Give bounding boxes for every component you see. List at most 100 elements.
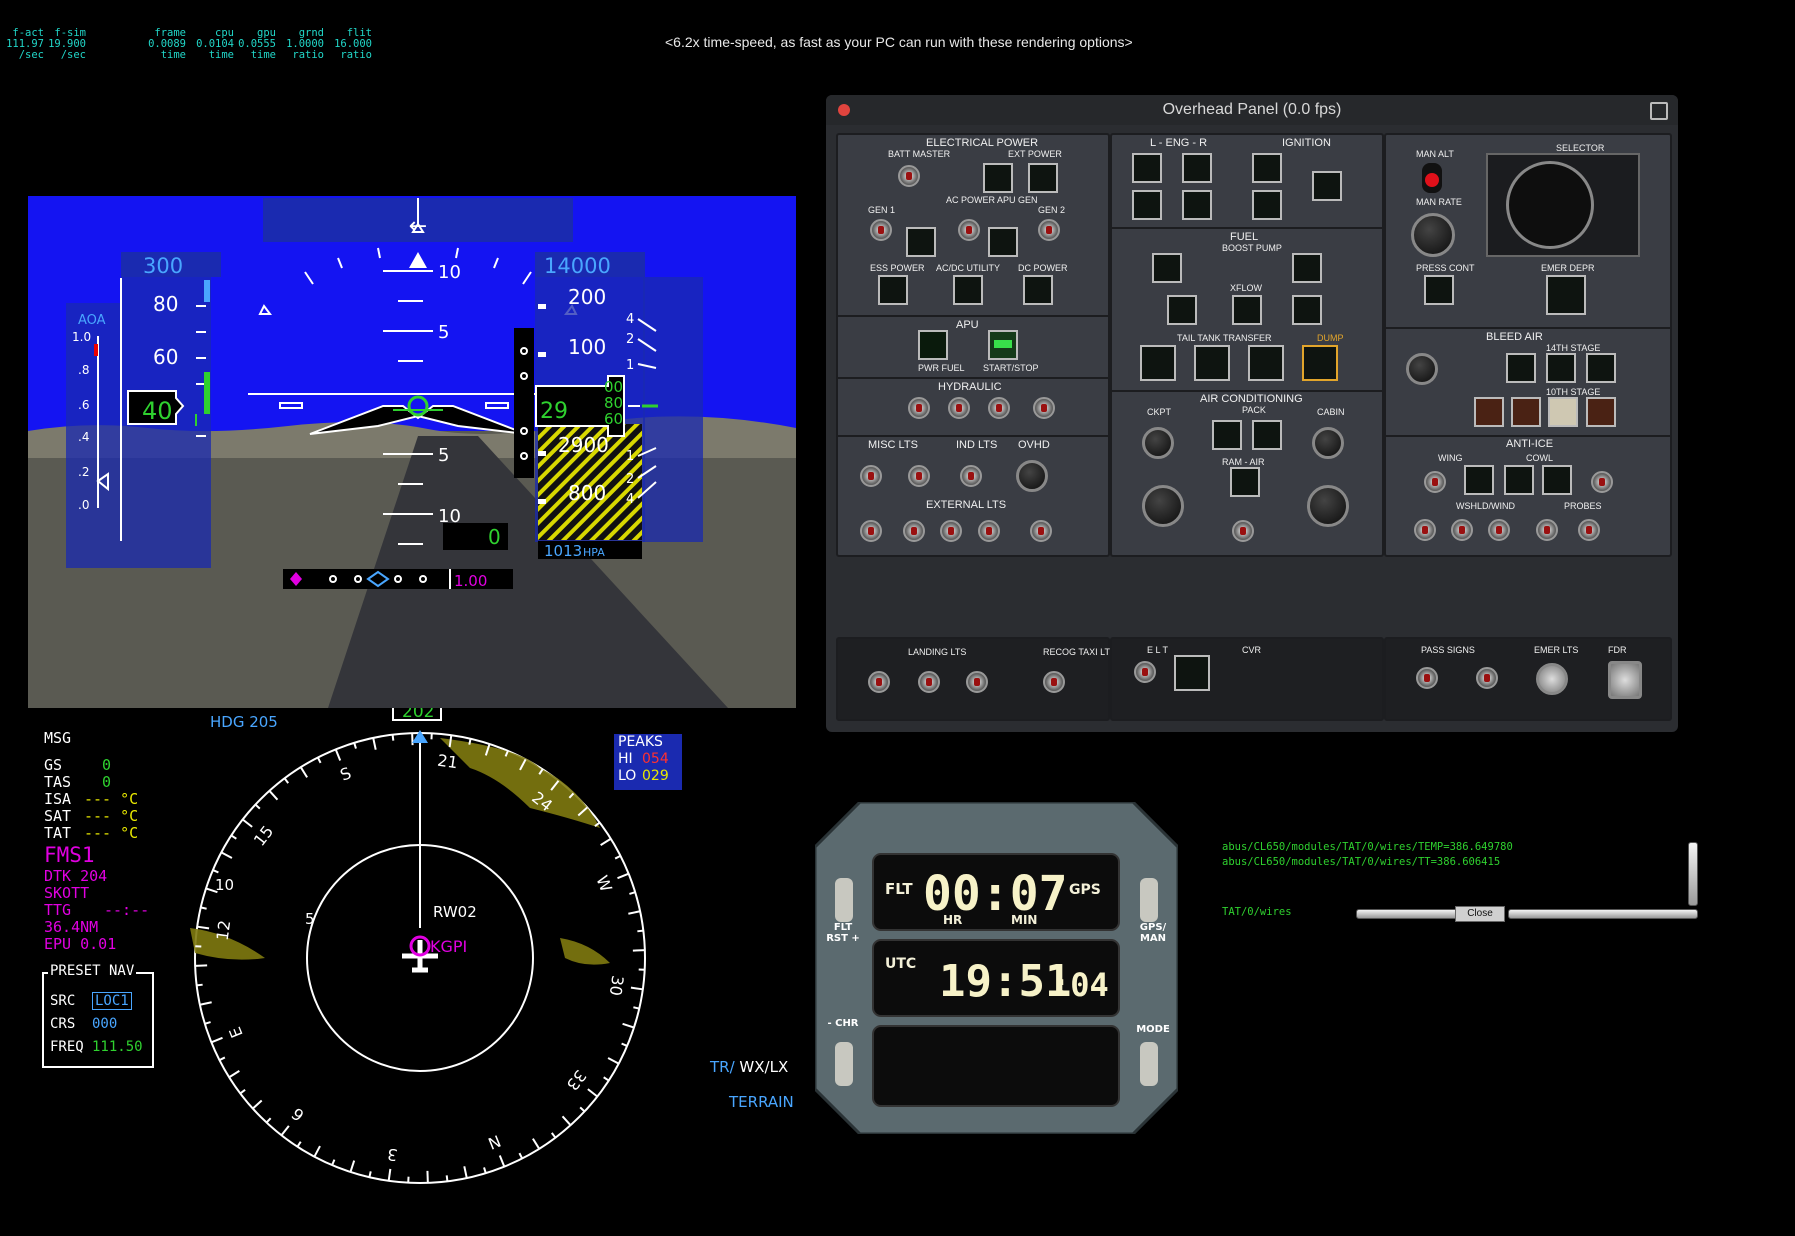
ckpt-temp-knob[interactable]: [1142, 485, 1184, 527]
hyd-pump-3-switch[interactable]: [988, 397, 1010, 419]
scrollbar-vertical[interactable]: [1688, 842, 1698, 906]
ignition-cont-button[interactable]: [1312, 171, 1342, 201]
bleed-14-l-button[interactable]: [1506, 353, 1536, 383]
tail-manual-button[interactable]: [1194, 345, 1230, 381]
hyd-pump-4-switch[interactable]: [1033, 397, 1055, 419]
no-smoking-switch[interactable]: [1416, 667, 1438, 689]
acoll-light-switch[interactable]: [940, 520, 962, 542]
emer-lts-switch[interactable]: [1536, 663, 1568, 695]
wing-anti-ice-button[interactable]: [1464, 465, 1494, 495]
cabin-pressure-selector[interactable]: [1486, 153, 1640, 257]
apu-label: APU: [956, 319, 979, 331]
apu-start-stop-button[interactable]: [988, 330, 1018, 360]
utc-label: UTC: [885, 956, 916, 972]
gen2-switch[interactable]: [1038, 219, 1060, 241]
wshld-l-switch[interactable]: [1414, 519, 1436, 541]
bleed-10-l-button[interactable]: [1474, 397, 1504, 427]
close-window-icon[interactable]: [838, 104, 850, 116]
apu-gen-button[interactable]: [988, 227, 1018, 257]
mode-button[interactable]: MODE: [1133, 1024, 1173, 1035]
anti-ice-test-switch[interactable]: [1424, 471, 1446, 493]
tail-pri-button[interactable]: [1140, 345, 1176, 381]
batt-master-switch[interactable]: [898, 165, 920, 187]
landing-left-switch[interactable]: [868, 671, 890, 693]
acdc-utility-button[interactable]: [953, 275, 983, 305]
probe-r-switch[interactable]: [1578, 519, 1600, 541]
range-outer: 10: [215, 876, 234, 894]
hyd-pump-2-switch[interactable]: [948, 397, 970, 419]
beacon-light-switch[interactable]: [903, 520, 925, 542]
dump-button[interactable]: [1302, 345, 1338, 381]
start-r-button[interactable]: [1132, 190, 1162, 220]
src-value[interactable]: LOC1: [92, 992, 132, 1010]
ckpt-cabin-xfer-switch[interactable]: [1232, 520, 1254, 542]
man-rate-knob[interactable]: [1411, 213, 1455, 257]
gen1-switch[interactable]: [870, 219, 892, 241]
landing-right-switch[interactable]: [966, 671, 988, 693]
wing-insp-light-switch[interactable]: [1030, 520, 1052, 542]
ess-power-button[interactable]: [878, 275, 908, 305]
pop-out-icon[interactable]: [1650, 102, 1668, 120]
pack-l-button[interactable]: [1212, 420, 1242, 450]
stop-l-button[interactable]: [1182, 153, 1212, 183]
man-alt-switch[interactable]: [1422, 163, 1442, 193]
nav-light-switch[interactable]: [860, 520, 882, 542]
apu-gen-switch[interactable]: [958, 219, 980, 241]
board-light-switch[interactable]: [860, 465, 882, 487]
logo-light-switch[interactable]: [978, 520, 1000, 542]
bleed-14-isol-button[interactable]: [1546, 353, 1576, 383]
boost-pump-l-button[interactable]: [1152, 253, 1182, 283]
hyd-pump-1-switch[interactable]: [908, 397, 930, 419]
overhead-panel-titlebar[interactable]: Overhead Panel (0.0 fps): [826, 95, 1678, 125]
apu-pwr-fuel-button[interactable]: [918, 330, 948, 360]
scrollbar-left[interactable]: [1356, 909, 1458, 919]
bleed-14-r-button[interactable]: [1586, 353, 1616, 383]
bleed-10-isol-button[interactable]: [1548, 397, 1578, 427]
bleed-selector-knob[interactable]: [1406, 353, 1438, 385]
recog-taxi-switch[interactable]: [1043, 671, 1065, 693]
press-cont-button[interactable]: [1424, 275, 1454, 305]
cabin-temp-knob[interactable]: [1307, 485, 1349, 527]
fdr-event-button[interactable]: [1608, 661, 1642, 699]
landing-nose-switch[interactable]: [918, 671, 940, 693]
ignition-b-button[interactable]: [1252, 190, 1282, 220]
ind-lts-switch[interactable]: [960, 465, 982, 487]
bleed-10-r-button[interactable]: [1586, 397, 1616, 427]
ovhd-dimmer-knob[interactable]: [1016, 460, 1048, 492]
gen1-label: GEN 1: [868, 205, 895, 215]
scrollbar-right[interactable]: [1508, 909, 1698, 919]
cowl-l-button[interactable]: [1504, 465, 1534, 495]
stop-r-button[interactable]: [1182, 190, 1212, 220]
ext-ac-button[interactable]: [983, 163, 1013, 193]
gps-man-button[interactable]: GPS/ MAN: [1133, 922, 1173, 944]
boost-pump-r-button[interactable]: [1292, 253, 1322, 283]
gen1-button[interactable]: [906, 227, 936, 257]
ext-dc-button[interactable]: [1028, 163, 1058, 193]
cowl-r-button[interactable]: [1542, 465, 1572, 495]
ram-air-button[interactable]: [1230, 467, 1260, 497]
emer-depr-button[interactable]: [1546, 275, 1586, 315]
anti-ice-det-switch[interactable]: [1591, 471, 1613, 493]
dc-power-button[interactable]: [1023, 275, 1053, 305]
chr-button[interactable]: - CHR: [823, 1018, 863, 1029]
tail-sec-button[interactable]: [1248, 345, 1284, 381]
ignition-a-button[interactable]: [1252, 153, 1282, 183]
cabin-light-switch[interactable]: [908, 465, 930, 487]
flt-rst-button[interactable]: FLT RST +: [823, 922, 863, 944]
cabin-stby-knob[interactable]: [1312, 427, 1344, 459]
bleed-10-apu-button[interactable]: [1511, 397, 1541, 427]
wshld-test-switch[interactable]: [1451, 519, 1473, 541]
ckpt-stby-knob[interactable]: [1142, 427, 1174, 459]
xflow-gravity-button[interactable]: [1232, 295, 1262, 325]
elt-switch[interactable]: [1134, 661, 1156, 683]
xflow-r-button[interactable]: [1292, 295, 1322, 325]
start-l-button[interactable]: [1132, 153, 1162, 183]
probe-l-switch[interactable]: [1536, 519, 1558, 541]
pack-r-button[interactable]: [1252, 420, 1282, 450]
elt-button[interactable]: [1174, 655, 1210, 691]
seat-belts-switch[interactable]: [1476, 667, 1498, 689]
xflow-l-button[interactable]: [1167, 295, 1197, 325]
close-button[interactable]: Close: [1455, 906, 1505, 922]
wshld-r-switch[interactable]: [1488, 519, 1510, 541]
14th-stage-label: 14TH STAGE: [1546, 343, 1600, 353]
